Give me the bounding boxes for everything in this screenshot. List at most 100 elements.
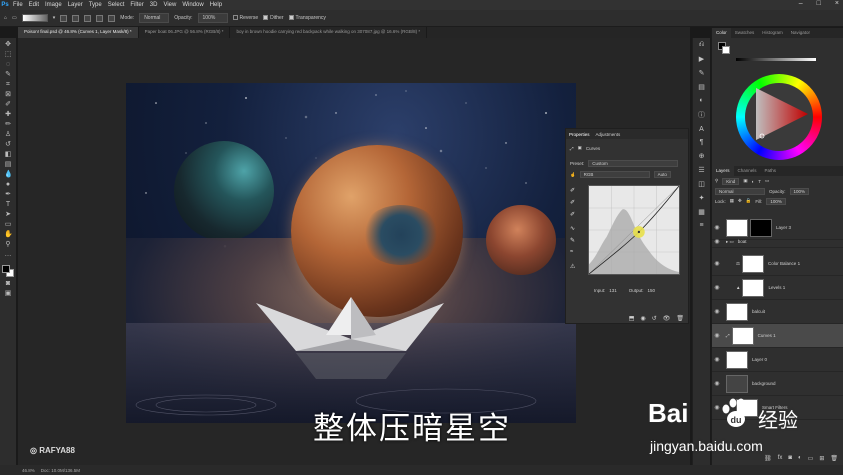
curves-graph[interactable] [588, 185, 680, 275]
maximize-button[interactable]: □ [817, 0, 821, 7]
clone-stamp-tool-icon[interactable]: ♙ [4, 131, 12, 138]
eyedropper-tool-icon[interactable]: ✐ [4, 101, 12, 108]
menu-view[interactable]: View [160, 2, 179, 8]
visibility-eye-icon[interactable]: ◉ [712, 356, 722, 363]
layer-mask-thumbnail[interactable] [750, 218, 772, 237]
layer-row[interactable]: ◉ ⚖ Color Balance 1 [712, 252, 843, 276]
output-value[interactable]: 150 [648, 288, 656, 293]
quick-select-tool-icon[interactable]: ✎ [4, 71, 12, 78]
auto-button[interactable]: Auto [653, 171, 671, 178]
layer-opacity-field[interactable]: 100% [789, 187, 810, 195]
tab-navigator[interactable]: Navigator [787, 28, 814, 38]
transparency-checkbox[interactable] [288, 15, 294, 21]
layer-mask-thumbnail[interactable] [742, 278, 765, 297]
pencil-curve-icon[interactable]: ✎ [570, 237, 579, 244]
minimize-button[interactable]: – [799, 0, 803, 7]
reflected-gradient-icon[interactable] [96, 14, 104, 22]
menu-select[interactable]: Select [105, 2, 128, 8]
menu-window[interactable]: Window [179, 2, 206, 8]
marquee-tool-icon[interactable]: ⬚ [4, 51, 12, 58]
tab-paths[interactable]: Paths [761, 166, 781, 176]
swatches-icon[interactable]: ▦ [698, 208, 705, 216]
chevron-down-icon[interactable]: ▾ [53, 15, 56, 21]
menu-type[interactable]: Type [86, 2, 105, 8]
menu-filter[interactable]: Filter [127, 2, 146, 8]
view-previous-icon[interactable]: ◉ [640, 315, 645, 325]
mask-icon[interactable]: ▣ [578, 145, 582, 151]
zoom-tool-icon[interactable]: ⚲ [4, 241, 12, 248]
preset-select[interactable]: Custom [588, 160, 679, 167]
pixel-filter-icon[interactable]: ▣ [743, 178, 747, 184]
menu-3d[interactable]: 3D [147, 2, 161, 8]
visibility-eye-icon[interactable]: ◉ [712, 260, 722, 267]
lasso-tool-icon[interactable]: ◌ [4, 61, 12, 68]
rectangle-tool-icon[interactable]: ▭ [4, 221, 12, 228]
reverse-checkbox[interactable] [232, 15, 238, 21]
eyedropper-white-icon[interactable]: ✐ [570, 211, 579, 218]
layer-row[interactable]: ◉ ▲ Levels 1 [712, 276, 843, 300]
dither-checkbox[interactable] [263, 15, 269, 21]
menu-edit[interactable]: Edit [26, 2, 42, 8]
visibility-eye-icon[interactable]: 👁 [663, 315, 671, 325]
adjustments-icon[interactable]: ◐ [699, 97, 703, 104]
radial-gradient-icon[interactable] [72, 14, 80, 22]
paragraph-icon[interactable]: ¶ [700, 139, 704, 146]
tab-color[interactable]: Color [712, 28, 731, 38]
dodge-tool-icon[interactable]: ● [4, 181, 12, 188]
visibility-eye-icon[interactable]: ◉ [712, 238, 722, 245]
brightness-slider[interactable] [736, 58, 816, 61]
adjustment-filter-icon[interactable]: ◐ [752, 179, 755, 184]
move-tool-icon[interactable]: ✥ [4, 41, 12, 48]
quick-mask-icon[interactable]: ◙ [4, 280, 12, 287]
hand-tool-icon[interactable]: ✋ [4, 231, 13, 238]
menu-image[interactable]: Image [42, 2, 65, 8]
type-filter-icon[interactable]: T [758, 179, 761, 184]
visibility-eye-icon[interactable]: ◉ [712, 332, 722, 339]
character-icon[interactable]: A [699, 126, 704, 133]
tab-adjustments[interactable]: Adjustments [596, 132, 621, 137]
clip-to-layer-icon[interactable]: ⬒ [629, 315, 635, 325]
tab-channels[interactable]: Channels [734, 166, 761, 176]
eraser-tool-icon[interactable]: ◧ [4, 151, 12, 158]
artwork-canvas[interactable] [126, 83, 576, 423]
tab-histogram[interactable]: Histogram [758, 28, 787, 38]
tab-swatches[interactable]: Swatches [731, 28, 759, 38]
foreground-color-swatch[interactable] [2, 265, 10, 273]
crop-tool-icon[interactable]: ⌗ [4, 81, 12, 88]
tab-layers[interactable]: Layers [712, 166, 734, 176]
visibility-eye-icon[interactable]: ◉ [712, 284, 722, 291]
screen-mode-icon[interactable]: ▣ [4, 290, 12, 297]
blend-mode-select[interactable]: Normal [715, 187, 765, 195]
fill-field[interactable]: 100% [766, 197, 786, 205]
shape-filter-icon[interactable]: ▭ [765, 178, 769, 184]
history-brush-tool-icon[interactable]: ↺ [4, 141, 12, 148]
blur-tool-icon[interactable]: 💧 [4, 171, 13, 178]
curve-edit-icon[interactable]: ∿ [570, 225, 579, 232]
layer-kind-filter[interactable]: Kind [722, 177, 740, 185]
smooth-curve-icon[interactable]: ≈ [570, 249, 579, 256]
lock-pixels-icon[interactable]: ▦ [730, 198, 734, 204]
opacity-field[interactable]: 100% [197, 13, 228, 23]
layer-row[interactable]: ◉ balcuit [712, 300, 843, 324]
eyedropper-gray-icon[interactable]: ✐ [570, 199, 579, 206]
trash-icon[interactable]: 🗑 [676, 315, 684, 325]
lock-position-icon[interactable]: ✥ [738, 198, 742, 204]
layer-row[interactable]: ◉ background [712, 372, 843, 396]
layer-group-row[interactable]: ◉ ▸ ▭ boat [712, 236, 843, 248]
visibility-eye-icon[interactable]: ◉ [712, 224, 722, 231]
visibility-eye-icon[interactable]: ◉ [712, 308, 722, 315]
layer-row[interactable]: ◉ Layer 0 [712, 348, 843, 372]
visibility-eye-icon[interactable]: ◉ [712, 380, 722, 387]
linear-gradient-icon[interactable] [60, 14, 68, 22]
actions-icon[interactable]: ▶ [699, 55, 704, 63]
zoom-level[interactable]: 46.8% [22, 468, 35, 473]
color-swatches[interactable] [2, 265, 14, 277]
color-triangle[interactable] [750, 84, 810, 144]
tab-boy-hoodie[interactable]: boy in brown hoodie carrying red backpac… [230, 27, 428, 38]
path-selection-tool-icon[interactable]: ➤ [4, 211, 12, 218]
color-wheel[interactable] [736, 74, 822, 160]
channel-select[interactable]: RGB [579, 171, 650, 178]
layer-comps-icon[interactable]: ◫ [698, 180, 705, 188]
info-icon[interactable]: ⓘ [698, 110, 705, 120]
type-tool-icon[interactable]: T [4, 201, 12, 208]
